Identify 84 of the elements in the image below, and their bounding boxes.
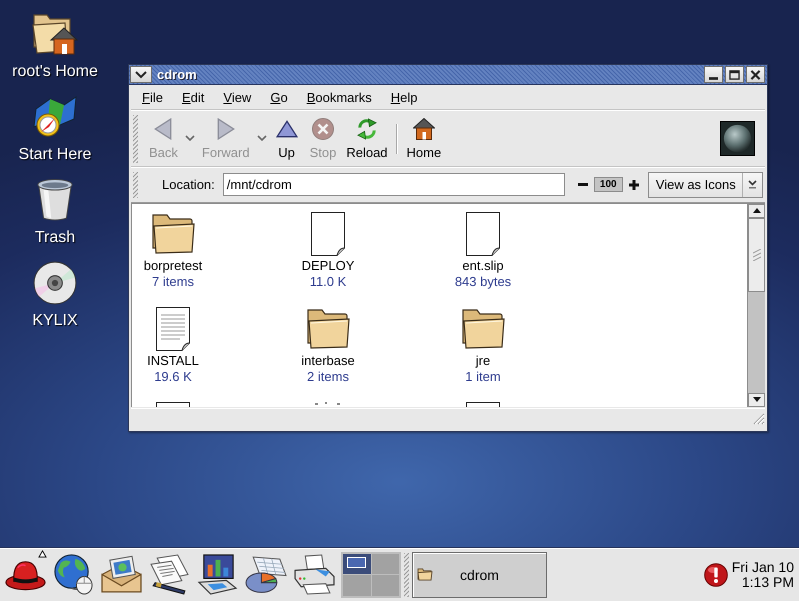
reload-icon <box>356 118 378 140</box>
file-info: 1 item <box>465 368 501 385</box>
location-field[interactable]: /mnt/cdrom <box>222 173 565 196</box>
right-arrow-icon <box>214 118 237 140</box>
down-arrow-icon <box>752 397 760 402</box>
up-arrow-icon <box>752 208 760 214</box>
panel-handle[interactable] <box>404 552 409 596</box>
menu-bar-item[interactable]: Go <box>262 88 296 107</box>
desktop-icon-label[interactable]: root's Home <box>12 62 98 81</box>
file-name[interactable]: INSTALL <box>147 352 199 369</box>
grip-icon <box>752 248 760 261</box>
menu-bar-item[interactable]: Help <box>382 88 426 107</box>
toolbar-handle[interactable] <box>133 114 138 163</box>
file-info: 19.6 K <box>154 368 192 385</box>
workspace[interactable] <box>343 554 370 574</box>
printer-icon[interactable] <box>292 554 335 595</box>
trash-icon[interactable] <box>36 178 74 222</box>
clock-date[interactable]: Fri Jan 10 <box>732 560 794 574</box>
folder-icon[interactable] <box>150 214 196 254</box>
desktop-icon-label[interactable]: Start Here <box>18 145 92 164</box>
file-info: 7 items <box>152 274 194 290</box>
envelope-icon[interactable] <box>100 554 143 595</box>
minimize-icon <box>709 76 718 80</box>
close-icon <box>750 70 761 80</box>
globe-mouse-icon[interactable] <box>52 554 95 595</box>
reload-button[interactable]: Reload <box>341 114 393 163</box>
maximize-icon <box>729 70 740 80</box>
text-document-icon[interactable] <box>156 306 190 351</box>
maximize-button[interactable] <box>725 66 744 84</box>
file-name[interactable]: DEPLOY <box>302 258 354 274</box>
task-button[interactable]: cdrom <box>412 552 547 598</box>
caret-icon <box>256 134 267 141</box>
up-button[interactable]: Up <box>268 114 305 163</box>
bar-chart-screen-icon[interactable] <box>196 554 239 595</box>
window-title: cdrom <box>157 67 197 82</box>
disc-icon[interactable] <box>32 261 78 305</box>
zoom-level[interactable]: 100 <box>594 177 623 192</box>
up-arrow-icon <box>276 118 298 140</box>
stop-icon <box>312 118 334 140</box>
close-button[interactable] <box>746 66 765 84</box>
document-pen-icon[interactable] <box>148 554 191 595</box>
document-icon[interactable] <box>311 212 345 256</box>
pie-chart-sheet-icon[interactable] <box>244 554 287 595</box>
file-info: 2 items <box>307 368 349 385</box>
triangle-icon[interactable] <box>38 550 47 558</box>
caret-icon <box>184 134 195 141</box>
toolbar-handle[interactable] <box>133 172 138 198</box>
window-menu-button[interactable] <box>130 66 152 84</box>
clock-time[interactable]: 1:13 PM <box>742 574 794 590</box>
plus-icon[interactable] <box>628 180 639 190</box>
minus-icon[interactable] <box>578 183 588 186</box>
home-folder-icon[interactable] <box>32 12 78 56</box>
left-arrow-icon <box>152 118 174 140</box>
alert-icon[interactable] <box>704 562 728 586</box>
menu-bar-item[interactable]: View <box>215 88 260 107</box>
scroll-down-button[interactable] <box>748 392 765 407</box>
menu-bar-item[interactable]: Edit <box>174 88 212 107</box>
document-icon[interactable] <box>466 212 500 256</box>
folder-icon <box>417 568 433 581</box>
desktop-icon-label[interactable]: KYLIX <box>32 311 78 330</box>
mini-window[interactable] <box>347 556 366 568</box>
folder-icon[interactable] <box>306 308 350 349</box>
resize-grip-icon[interactable] <box>751 411 765 426</box>
desktop-icon-label[interactable]: Trash <box>34 228 76 247</box>
compass-map-icon[interactable] <box>32 95 78 139</box>
file-name[interactable]: jre <box>476 352 490 369</box>
location-label: Location: <box>162 177 215 192</box>
minimize-button[interactable] <box>704 66 723 84</box>
scrollbar-thumb[interactable] <box>748 218 765 292</box>
file-name[interactable]: interbase <box>301 352 355 369</box>
menu-bar-item[interactable]: Bookmarks <box>298 88 380 107</box>
caret-icon <box>748 180 757 190</box>
folder-icon[interactable] <box>460 308 506 349</box>
chevron-down-icon <box>135 70 147 79</box>
menu-bar-item[interactable]: File <box>134 88 171 107</box>
house-icon <box>412 118 435 140</box>
file-info: 11.0 K <box>310 274 346 290</box>
home-button[interactable]: Home <box>402 114 446 163</box>
file-name[interactable]: ent.slip <box>462 258 504 274</box>
scrollbar-track[interactable] <box>747 204 765 407</box>
file-info: 843 bytes <box>454 274 512 290</box>
file-name[interactable]: borpretest <box>144 258 202 274</box>
scroll-up-button[interactable] <box>748 204 765 218</box>
view-dropdown[interactable]: View as Icons <box>648 172 763 198</box>
